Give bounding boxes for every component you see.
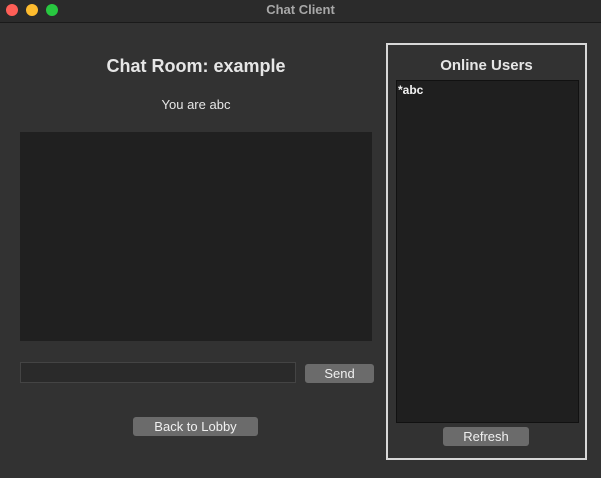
user-list-item[interactable]: *abc — [398, 83, 423, 97]
current-user-label: You are abc — [161, 97, 231, 112]
message-input[interactable] — [20, 362, 296, 383]
title-bar: Chat Client — [0, 0, 601, 23]
refresh-button[interactable]: Refresh — [443, 427, 529, 446]
back-to-lobby-button[interactable]: Back to Lobby — [133, 417, 258, 436]
window-title: Chat Client — [266, 2, 335, 17]
chat-room-title: Chat Room: example — [106, 56, 286, 76]
online-users-panel: Online Users *abc Refresh — [386, 43, 587, 460]
online-users-list[interactable]: *abc — [396, 80, 579, 423]
online-users-title: Online Users — [440, 57, 533, 74]
chat-messages-area[interactable] — [20, 132, 372, 341]
send-button[interactable]: Send — [305, 364, 374, 383]
chat-client-window: Chat Client Chat Room: example You are a… — [0, 0, 601, 478]
